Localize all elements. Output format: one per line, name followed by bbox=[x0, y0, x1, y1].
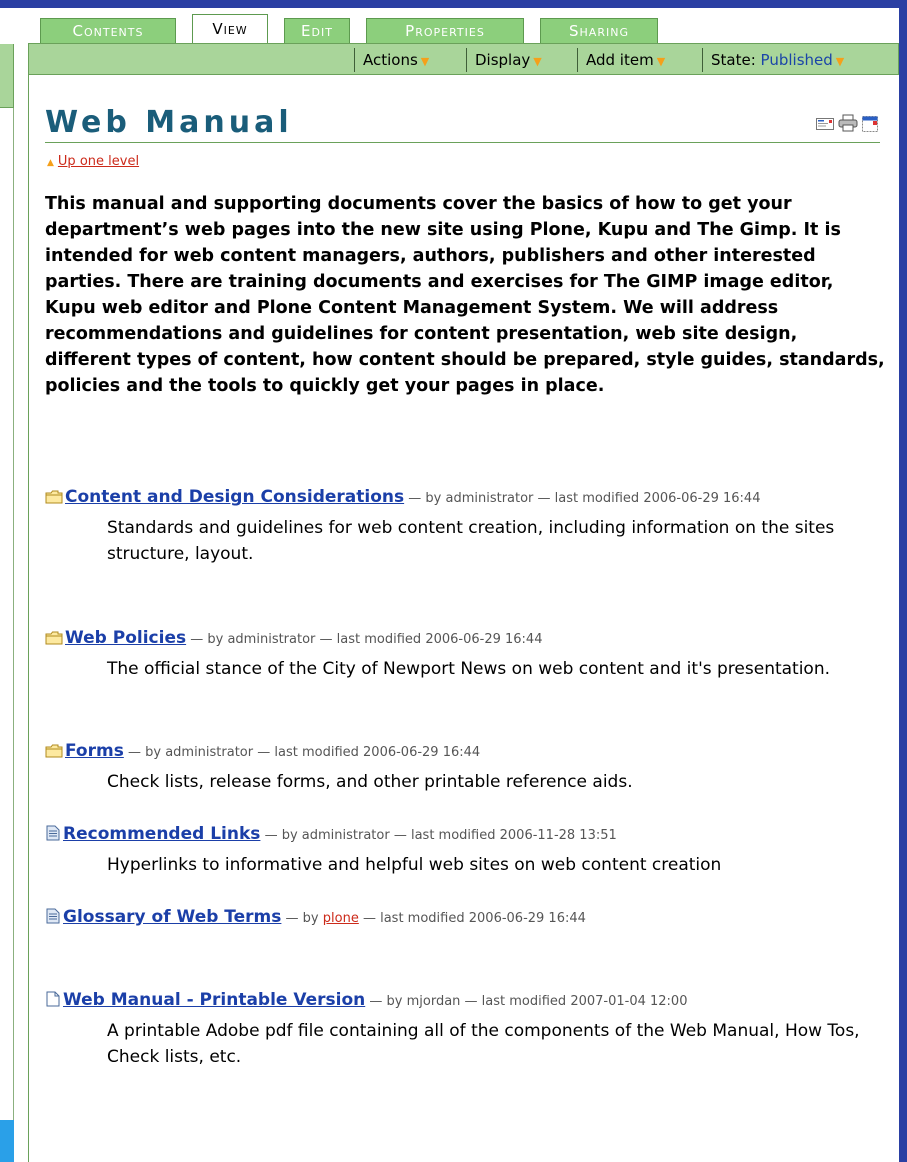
item-by-prefix: — by bbox=[264, 828, 298, 843]
item-by-prefix: — by bbox=[127, 745, 162, 760]
item-modified-prefix: — last modified bbox=[464, 994, 567, 1009]
up-one-level-link[interactable]: ▲ Up one level bbox=[47, 154, 139, 169]
item-author-link[interactable]: plone bbox=[323, 911, 359, 926]
item-description: Hyperlinks to informative and helpful we… bbox=[107, 855, 722, 875]
item-title-link[interactable]: Glossary of Web Terms bbox=[63, 907, 281, 927]
up-arrow-icon: ▲ bbox=[47, 158, 54, 168]
left-edge-widget bbox=[0, 1120, 14, 1162]
file-icon bbox=[45, 991, 61, 1016]
item-by-prefix: — by bbox=[285, 911, 319, 926]
item-description: Standards and guidelines for web content… bbox=[107, 518, 835, 564]
chevron-down-icon: ▼ bbox=[533, 55, 542, 68]
item-modified-date: 2006-11-28 13:51 bbox=[499, 828, 617, 843]
item-title-link[interactable]: Forms bbox=[65, 741, 124, 761]
list-item: Web Manual - Printable Version — by mjor… bbox=[45, 988, 885, 1070]
list-item: Glossary of Web Terms — by plone — last … bbox=[45, 905, 885, 933]
chevron-down-icon: ▼ bbox=[420, 55, 430, 68]
page-title: Web Manual bbox=[45, 105, 293, 140]
item-by-prefix: — by bbox=[369, 994, 403, 1009]
item-by-prefix: — by bbox=[408, 491, 442, 506]
email-icon[interactable] bbox=[816, 116, 834, 135]
display-menu[interactable]: Display ▼ bbox=[466, 48, 542, 72]
item-description: A printable Adobe pdf file containing al… bbox=[107, 1021, 860, 1067]
folder-icon bbox=[45, 630, 63, 654]
item-modified-date: 2006-06-29 16:44 bbox=[425, 632, 543, 647]
item-by-prefix: — by bbox=[190, 632, 224, 647]
item-title-link[interactable]: Content and Design Considerations bbox=[65, 487, 404, 507]
left-column-divider bbox=[13, 108, 14, 1162]
left-column bbox=[0, 8, 14, 1162]
item-modified-prefix: — last modified bbox=[393, 828, 496, 843]
item-modified-date: 2006-06-29 16:44 bbox=[363, 745, 481, 760]
folder-icon bbox=[45, 743, 63, 767]
list-item: Web Policies — by administrator — last m… bbox=[45, 626, 885, 682]
item-modified-date: 2006-06-29 16:44 bbox=[643, 491, 761, 506]
tab-properties[interactable]: Properties bbox=[366, 18, 524, 44]
left-column-header bbox=[0, 44, 14, 108]
actions-menu-label: Actions bbox=[363, 51, 418, 69]
chevron-down-icon: ▼ bbox=[656, 55, 666, 68]
item-description: Check lists, release forms, and other pr… bbox=[107, 772, 633, 792]
page-description: This manual and supporting documents cov… bbox=[45, 194, 885, 396]
item-modified-prefix: — last modified bbox=[257, 745, 359, 760]
item-modified-date: 2007-01-04 12:00 bbox=[570, 994, 688, 1009]
item-author: administrator bbox=[165, 745, 254, 760]
tab-view[interactable]: View bbox=[192, 14, 268, 44]
item-title-link[interactable]: Web Manual - Printable Version bbox=[63, 990, 365, 1010]
tab-edit[interactable]: Edit bbox=[284, 18, 350, 44]
display-menu-label: Display bbox=[475, 51, 531, 69]
state-value: Published bbox=[760, 51, 833, 69]
window-right-border bbox=[899, 8, 907, 1162]
item-description: The official stance of the City of Newpo… bbox=[107, 659, 831, 679]
add-item-menu[interactable]: Add item ▼ bbox=[577, 48, 665, 72]
state-menu[interactable]: State: Published ▼ bbox=[702, 48, 844, 72]
content-actions-bar: Actions ▼ Display ▼ Add item ▼ State: Publi… bbox=[28, 43, 899, 75]
list-item: Forms — by administrator — last modified… bbox=[45, 739, 885, 795]
list-item: Recommended Links — by administrator — l… bbox=[45, 822, 885, 878]
chevron-down-icon: ▼ bbox=[835, 55, 845, 68]
item-modified-prefix: — last modified bbox=[362, 911, 465, 926]
up-one-level-label: Up one level bbox=[57, 154, 140, 169]
tab-sharing[interactable]: Sharing bbox=[540, 18, 658, 44]
item-title-link[interactable]: Recommended Links bbox=[63, 824, 260, 844]
item-modified-date: 2006-06-29 16:44 bbox=[468, 911, 586, 926]
item-author: mjordan bbox=[406, 994, 461, 1009]
title-divider bbox=[45, 142, 880, 143]
document-icon bbox=[45, 825, 61, 850]
state-label: State: bbox=[711, 51, 756, 69]
fullscreen-icon[interactable] bbox=[862, 116, 878, 136]
tab-contents[interactable]: Contents bbox=[40, 18, 176, 44]
print-icon[interactable] bbox=[838, 114, 858, 136]
window-top-border bbox=[0, 0, 907, 8]
list-item: Content and Design Considerations — by a… bbox=[45, 485, 885, 567]
item-author: administrator bbox=[227, 632, 316, 647]
item-author: administrator bbox=[301, 828, 390, 843]
document-icon bbox=[45, 908, 61, 933]
item-title-link[interactable]: Web Policies bbox=[65, 628, 186, 648]
folder-icon bbox=[45, 489, 63, 513]
item-author: administrator bbox=[445, 491, 534, 506]
add-item-menu-label: Add item bbox=[586, 51, 654, 69]
item-modified-prefix: — last modified bbox=[319, 632, 422, 647]
item-modified-prefix: — last modified bbox=[537, 491, 640, 506]
actions-menu[interactable]: Actions ▼ bbox=[354, 48, 429, 72]
